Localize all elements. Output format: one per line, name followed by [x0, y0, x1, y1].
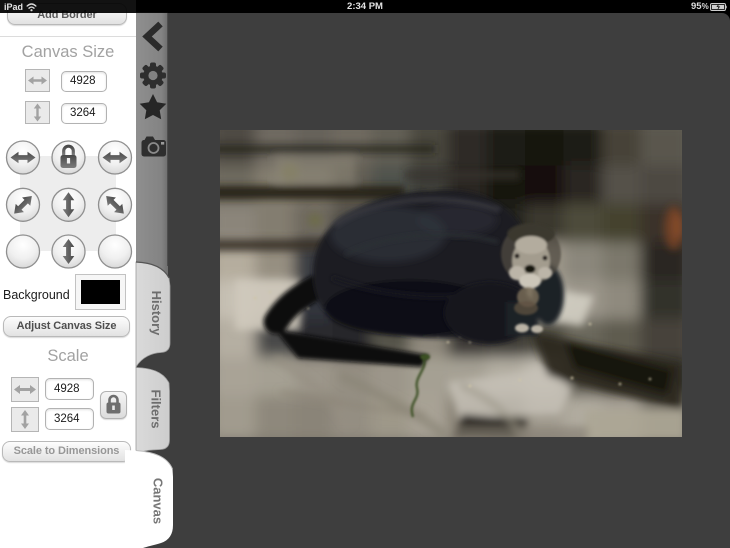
- svg-text:Canvas: Canvas: [151, 478, 166, 524]
- svg-text:Filters: Filters: [149, 389, 164, 428]
- svg-text:History: History: [149, 291, 164, 337]
